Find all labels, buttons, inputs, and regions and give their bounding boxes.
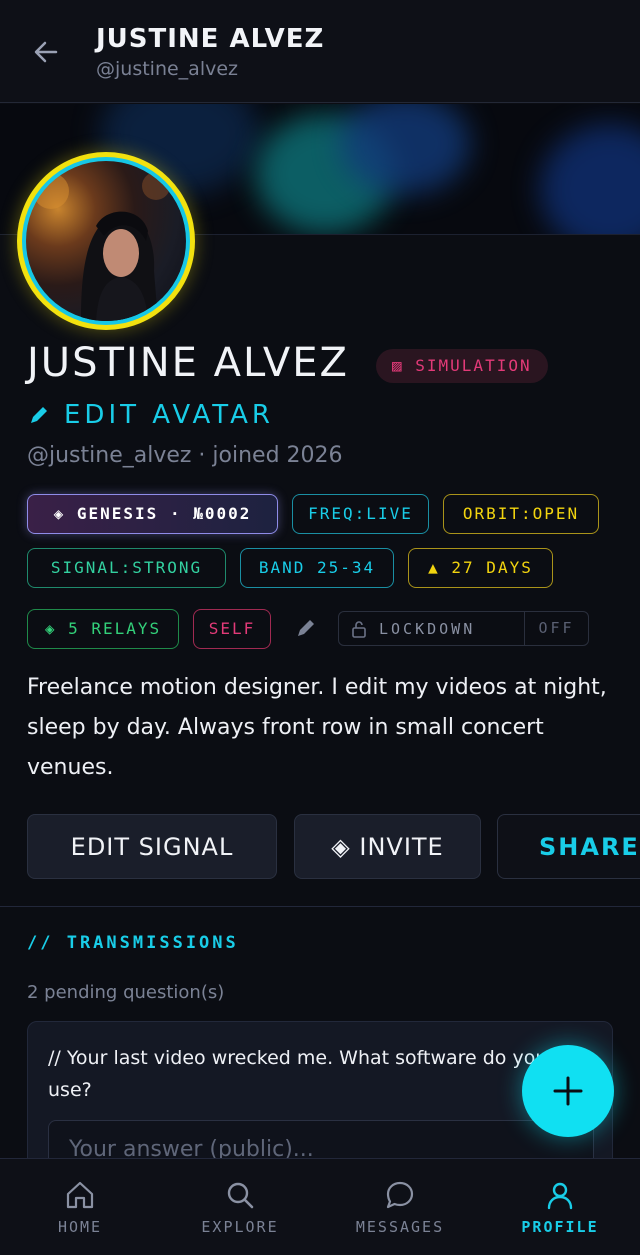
plus-icon [553, 1076, 583, 1106]
chat-bubble-icon [386, 1181, 414, 1209]
pencil-icon [31, 407, 47, 423]
nav-profile-label: PROFILE [521, 1218, 599, 1236]
nav-home[interactable]: HOME [0, 1159, 160, 1255]
header-handle: @justine_alvez [96, 58, 239, 80]
simulation-badge: ▨ SIMULATION [376, 349, 548, 383]
back-arrow-icon[interactable] [30, 36, 62, 68]
relays-chip[interactable]: ◈ 5 RELAYS [27, 609, 179, 649]
pending-count: 2 pending question(s) [27, 982, 225, 1003]
lockdown-toggle[interactable]: LOCKDOWN OFF [338, 611, 589, 646]
genesis-chip[interactable]: ◈ GENESIS · №0002 [27, 494, 278, 534]
orbit-chip[interactable]: ORBIT:OPEN [443, 494, 599, 534]
question-text: // Your last video wrecked me. What soft… [48, 1047, 548, 1101]
user-icon [547, 1182, 573, 1210]
nav-profile[interactable]: PROFILE [480, 1159, 640, 1255]
bottom-nav: HOME EXPLORE MESSAGES PROFILE [0, 1158, 640, 1255]
invite-button[interactable]: ◈ INVITE [294, 814, 481, 879]
nav-messages[interactable]: MESSAGES [320, 1159, 480, 1255]
transmissions-title: // TRANSMISSIONS [27, 933, 239, 953]
edit-pencil-icon[interactable] [295, 617, 317, 639]
home-icon [66, 1181, 94, 1209]
freq-chip[interactable]: FREQ:LIVE [292, 494, 429, 534]
signal-chip[interactable]: SIGNAL:STRONG [27, 548, 226, 588]
unlock-icon [339, 619, 379, 638]
band-chip[interactable]: BAND 25-34 [240, 548, 394, 588]
profile-bio: Freelance motion designer. I edit my vid… [27, 675, 607, 780]
header-title: JUSTINE ALVEZ [96, 24, 325, 54]
nav-home-label: HOME [57, 1218, 103, 1236]
avatar[interactable] [17, 152, 195, 330]
share-label: SHARE [539, 832, 640, 861]
compose-fab[interactable] [522, 1045, 614, 1137]
top-bar: JUSTINE ALVEZ @justine_alvez [0, 0, 640, 103]
nav-explore-label: EXPLORE [201, 1218, 279, 1236]
nav-messages-label: MESSAGES [355, 1218, 445, 1236]
avatar-photo [26, 161, 186, 321]
edit-signal-label: EDIT SIGNAL [70, 832, 234, 861]
section-divider [0, 906, 640, 907]
self-chip[interactable]: SELF [193, 609, 271, 649]
lockdown-state: OFF [524, 612, 588, 645]
edit-avatar-label: EDIT AVATAR [64, 400, 274, 430]
nav-explore[interactable]: EXPLORE [160, 1159, 320, 1255]
edit-signal-button[interactable]: EDIT SIGNAL [27, 814, 277, 879]
lockdown-label: LOCKDOWN [379, 619, 476, 638]
edit-avatar-link[interactable]: EDIT AVATAR [28, 400, 274, 430]
share-button[interactable]: SHARE [497, 814, 640, 879]
invite-label: ◈ INVITE [331, 832, 444, 861]
profile-name: JUSTINE ALVEZ [27, 340, 349, 386]
days-chip[interactable]: ▲ 27 DAYS [408, 548, 553, 588]
profile-meta: @justine_alvez · joined 2026 [27, 443, 343, 468]
search-icon [227, 1182, 254, 1209]
